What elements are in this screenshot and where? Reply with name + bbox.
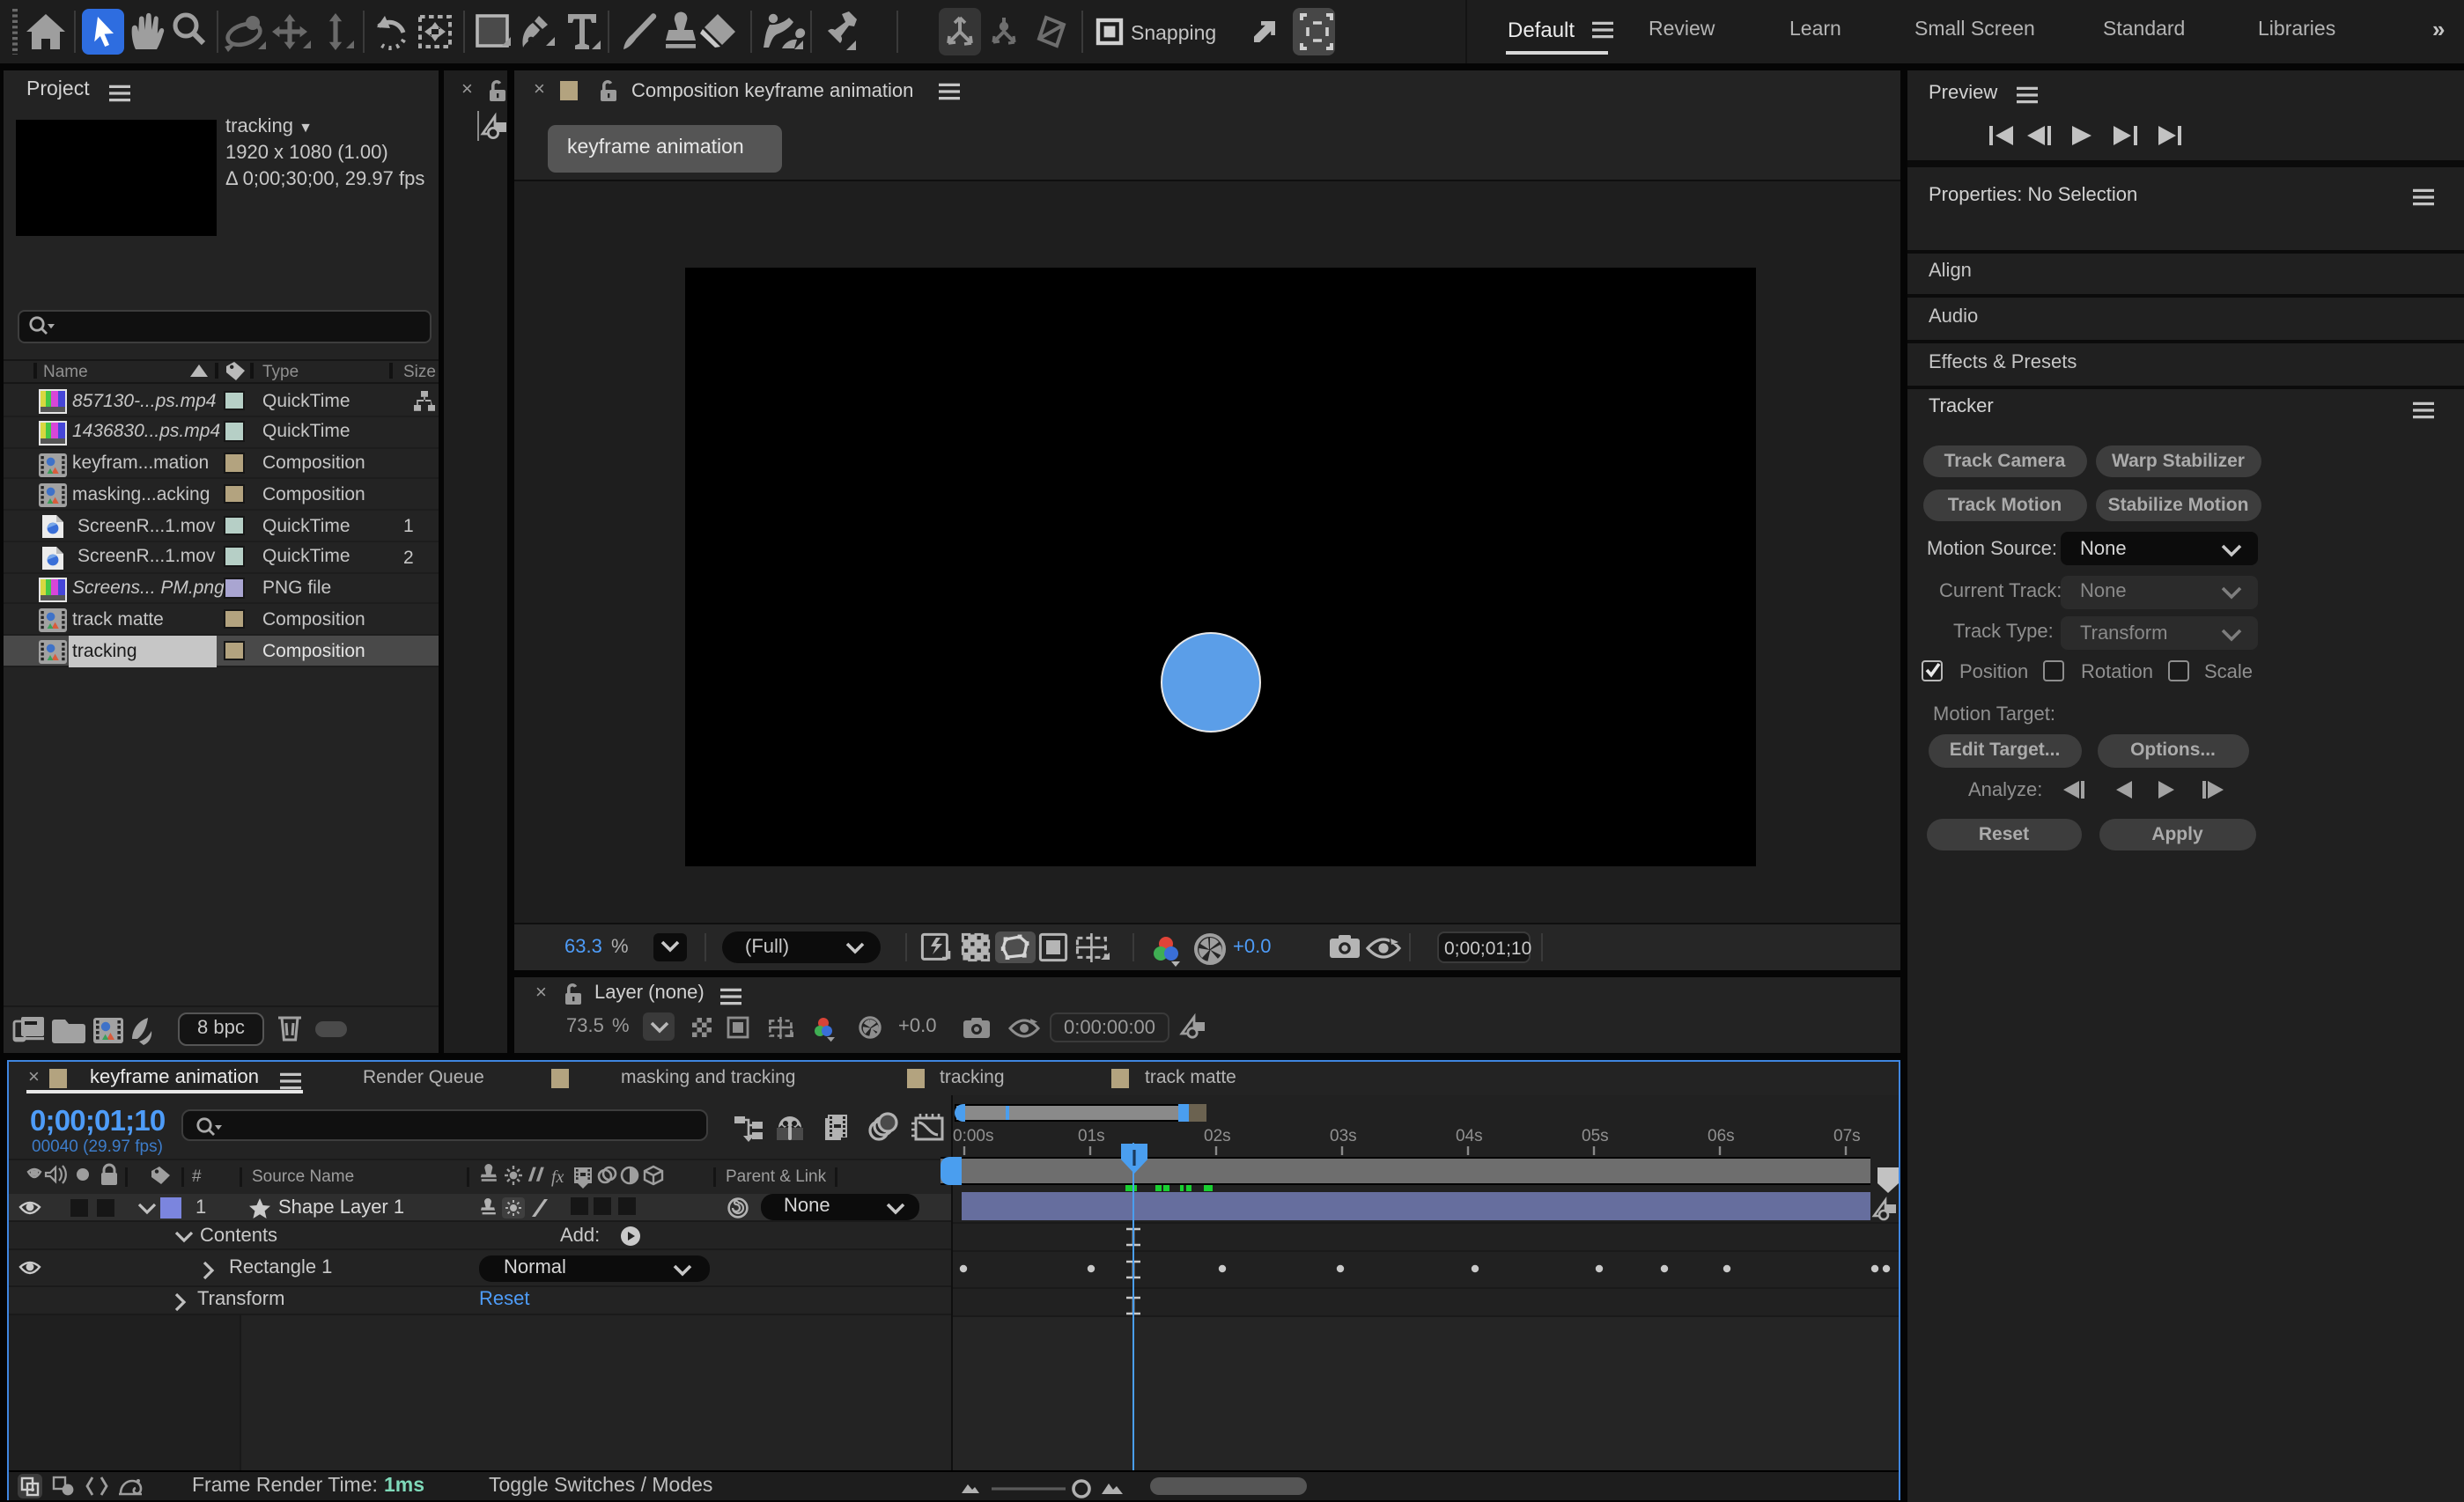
svg-text:Parent & Link: Parent & Link bbox=[726, 1167, 827, 1186]
svg-text:#: # bbox=[192, 1167, 202, 1186]
svg-text:Snapping: Snapping bbox=[1131, 21, 1216, 44]
svg-text:Source Name: Source Name bbox=[252, 1167, 354, 1186]
svg-text:fx: fx bbox=[551, 1167, 564, 1187]
